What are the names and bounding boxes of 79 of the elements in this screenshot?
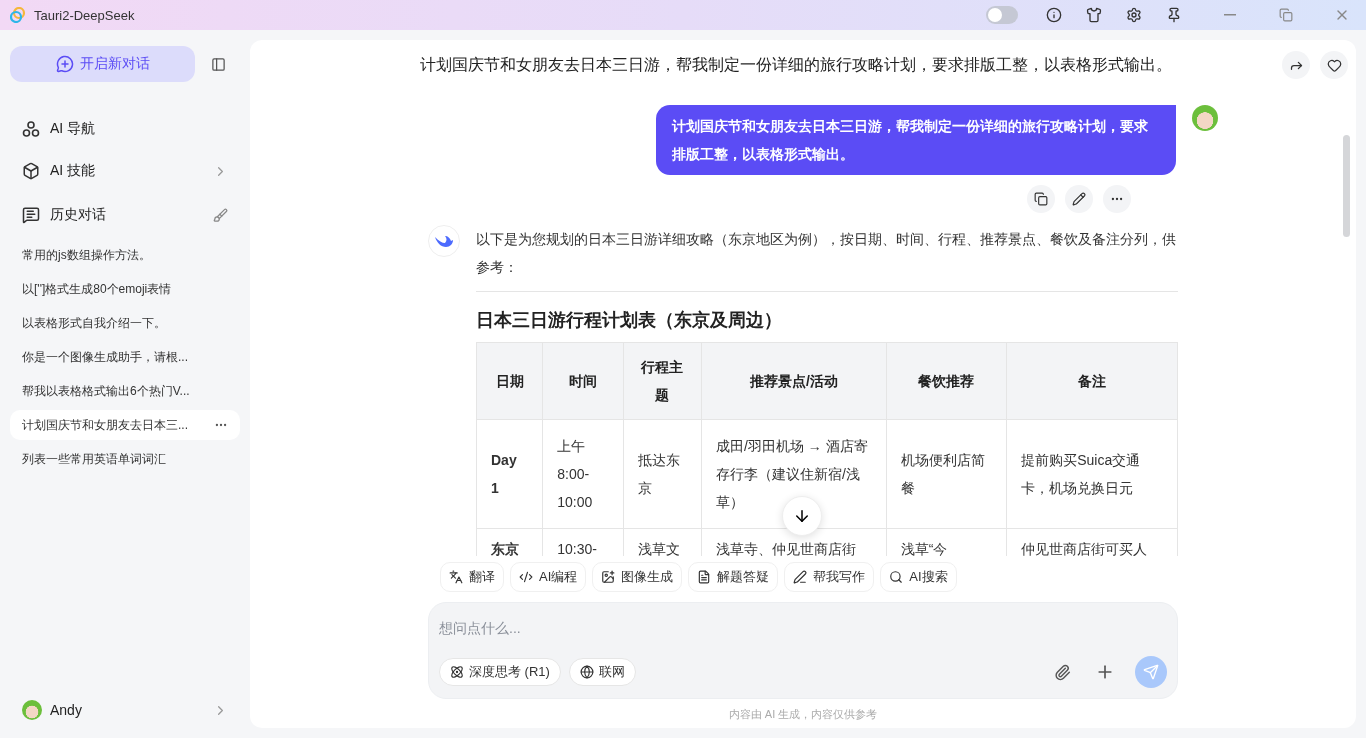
nodes-icon	[22, 120, 40, 138]
table-heading: 日本三日游行程计划表（东京及周边）	[476, 309, 783, 332]
attach-button[interactable]	[1054, 663, 1071, 681]
table-cell: 机场便利店简餐	[886, 419, 1007, 529]
history-item[interactable]: 常用的js数组操作方法。	[10, 240, 240, 270]
table-header: 备注	[1006, 342, 1178, 420]
user-profile[interactable]: Andy	[10, 692, 240, 728]
table-header: 时间	[542, 342, 624, 420]
table-cell: 提前购买Suica交通卡，机场兑换日元	[1006, 419, 1178, 529]
clear-history-button[interactable]	[213, 207, 228, 223]
nav-item[interactable]: AI 导航	[10, 108, 240, 150]
avatar	[1192, 105, 1218, 131]
table-header: 推荐景点/活动	[701, 342, 887, 420]
new-chat-icon	[55, 55, 74, 73]
app-logo-icon	[10, 7, 26, 23]
quick-action-chip[interactable]: 图像生成	[592, 562, 683, 592]
mode-toggle[interactable]: 深度思考 (R1)	[439, 658, 561, 686]
send-icon	[1143, 664, 1159, 680]
info-icon	[1046, 7, 1062, 23]
table-cell: 抵达东京	[623, 419, 702, 529]
message-input[interactable]: 想问点什么...	[439, 615, 1167, 641]
globe-icon	[579, 665, 594, 679]
pen-icon	[793, 570, 808, 584]
history-heading: 历史对话	[50, 206, 107, 224]
search-icon	[889, 570, 904, 584]
user-message: 计划国庆节和女朋友去日本三日游，帮我制定一份详细的旅行攻略计划，要求排版工整，以表格形式输出。	[656, 105, 1176, 175]
share-button[interactable]	[1282, 51, 1310, 79]
quick-action-chip[interactable]: AI搜索	[880, 562, 957, 592]
table-header: 行程主题	[623, 342, 702, 420]
quick-action-chip[interactable]: 解题答疑	[688, 562, 779, 592]
table-header: 餐饮推荐	[886, 342, 1007, 420]
quick-action-chip[interactable]: AI编程	[510, 562, 587, 592]
pin-icon	[1166, 7, 1182, 23]
translate-icon	[449, 570, 463, 584]
message-composer[interactable]: 想问点什么... 深度思考 (R1) 联网	[428, 602, 1178, 699]
history-item[interactable]: 以['']格式生成80个emoji表情	[10, 274, 240, 304]
new-chat-button[interactable]: 开启新对话	[10, 46, 195, 82]
table-cell: Day 1	[476, 419, 543, 529]
code-icon	[519, 570, 533, 584]
scroll-down-button[interactable]	[782, 496, 822, 536]
chat-icon	[22, 206, 40, 224]
history-item[interactable]: 列表一些常用英语单词词汇	[10, 444, 240, 474]
brush-icon	[213, 207, 228, 223]
document-icon	[697, 570, 712, 584]
whale-icon	[434, 233, 454, 249]
table-cell: 上午 8:00-10:00	[542, 419, 624, 529]
nav-item[interactable]: AI 技能	[10, 150, 240, 192]
window-title: Tauri2-DeepSeek	[34, 7, 136, 23]
shirt-icon	[1086, 7, 1102, 23]
scrollbar[interactable]	[1343, 135, 1350, 237]
arrow-down-icon	[793, 507, 811, 525]
mode-toggle[interactable]: 联网	[568, 658, 636, 686]
history-item[interactable]: 以表格形式自我介绍一下。	[10, 308, 240, 338]
sidebar-icon	[211, 56, 226, 72]
copy-icon	[1034, 192, 1048, 206]
history-item[interactable]: 你是一个图像生成助手，请根...	[10, 342, 240, 372]
disclaimer-text: 内容由 AI 生成，内容仅供参考	[727, 707, 879, 722]
image-icon	[601, 570, 616, 584]
settings-icon	[1126, 7, 1142, 23]
theme-toggle[interactable]	[986, 6, 1018, 24]
quick-action-chip[interactable]: 帮我写作	[784, 562, 875, 592]
avatar	[22, 700, 42, 720]
chat-title: 计划国庆节和女朋友去日本三日游，帮我制定一份详细的旅行攻略计划，要求排版工整，以表格形式输出。	[419, 54, 1173, 75]
favorite-button[interactable]	[1320, 51, 1348, 79]
paperclip-icon	[1054, 663, 1071, 681]
copy-button[interactable]	[1027, 185, 1055, 213]
quick-action-chip[interactable]: 翻译	[440, 562, 504, 592]
sidebar-toggle-button[interactable]	[211, 56, 226, 72]
assistant-message: 以下是为您规划的日本三日游详细攻略（东京地区为例），按日期、时间、行程、推荐景点、餐饮及备注分列，供参考：	[476, 230, 1177, 277]
minimize-icon	[1224, 14, 1236, 16]
edit-button[interactable]	[1065, 185, 1093, 213]
heart-icon	[1326, 57, 1342, 73]
table-header: 日期	[476, 342, 543, 420]
cube-icon	[22, 162, 40, 180]
restore-icon	[1279, 8, 1293, 22]
history-item[interactable]: 帮我以表格格式输出6个热门V...	[10, 376, 240, 406]
history-item[interactable]: 计划国庆节和女朋友去日本三...	[10, 410, 240, 440]
pencil-icon	[1072, 192, 1086, 206]
atom-icon	[450, 665, 464, 679]
